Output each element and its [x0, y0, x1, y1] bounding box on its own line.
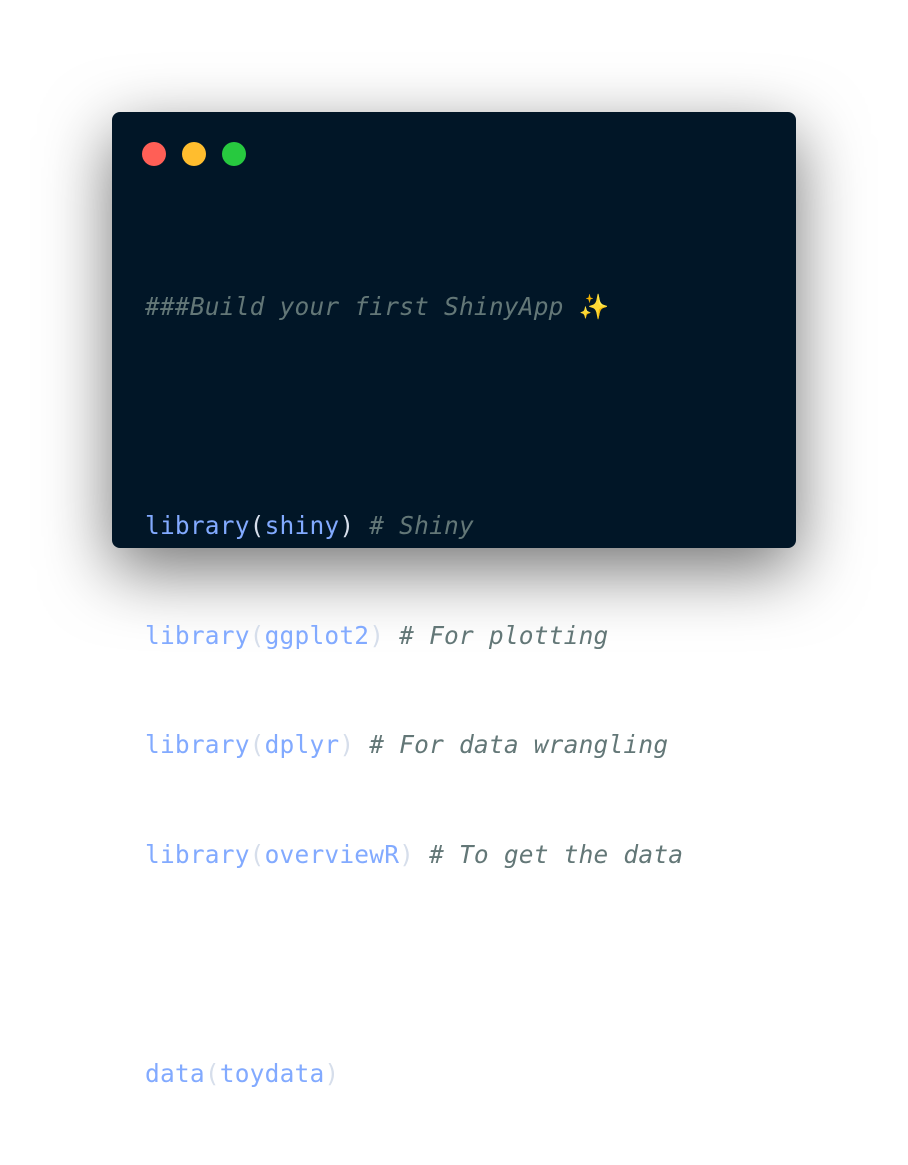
line-comment: # For plotting [384, 620, 609, 650]
function-name: library [145, 839, 250, 869]
open-paren: ( [204, 1058, 220, 1088]
open-paren: ( [249, 839, 265, 869]
close-dot-icon[interactable] [142, 142, 166, 166]
maximize-dot-icon[interactable] [222, 142, 246, 166]
close-paren: ) [324, 1058, 340, 1088]
function-name: data [145, 1058, 205, 1088]
code-line-library-ggplot2: library(ggplot2) # For plotting [145, 618, 683, 655]
function-arg: toydata [219, 1058, 325, 1088]
line-comment: # Shiny [354, 511, 474, 540]
function-name: library [145, 511, 250, 540]
function-name: library [145, 620, 250, 650]
close-paren: ) [399, 839, 415, 869]
open-paren: ( [249, 730, 265, 759]
window-controls [142, 142, 262, 166]
code-line-library-overviewr: library(overviewR) # To get the data [145, 837, 683, 874]
function-arg: ggplot2 [264, 620, 370, 650]
code-line-library-shiny: library(shiny) # Shiny [145, 508, 683, 545]
code-line-data: data(toydata) [145, 1056, 683, 1093]
line-comment: # To get the data [414, 839, 684, 869]
code-line-library-dplyr: library(dplyr) # For data wrangling [145, 727, 683, 764]
code-block: ###Build your first ShinyApp ✨ library(s… [145, 216, 683, 1165]
close-paren: ) [339, 511, 355, 540]
close-paren: ) [369, 620, 385, 650]
function-arg: dplyr [264, 730, 340, 759]
open-paren: ( [249, 620, 265, 650]
open-paren: ( [249, 511, 265, 540]
function-name: library [145, 730, 250, 759]
close-paren: ) [339, 730, 355, 759]
line-comment: # For data wrangling [354, 730, 669, 759]
sparkles-icon: ✨ [578, 292, 610, 321]
function-arg: overviewR [264, 839, 400, 869]
header-comment: ###Build your first ShinyApp [145, 292, 579, 321]
code-line-header: ###Build your first ShinyApp ✨ [145, 289, 683, 326]
minimize-dot-icon[interactable] [182, 142, 206, 166]
function-arg: shiny [264, 511, 340, 540]
code-window: ###Build your first ShinyApp ✨ library(s… [112, 112, 796, 1088]
